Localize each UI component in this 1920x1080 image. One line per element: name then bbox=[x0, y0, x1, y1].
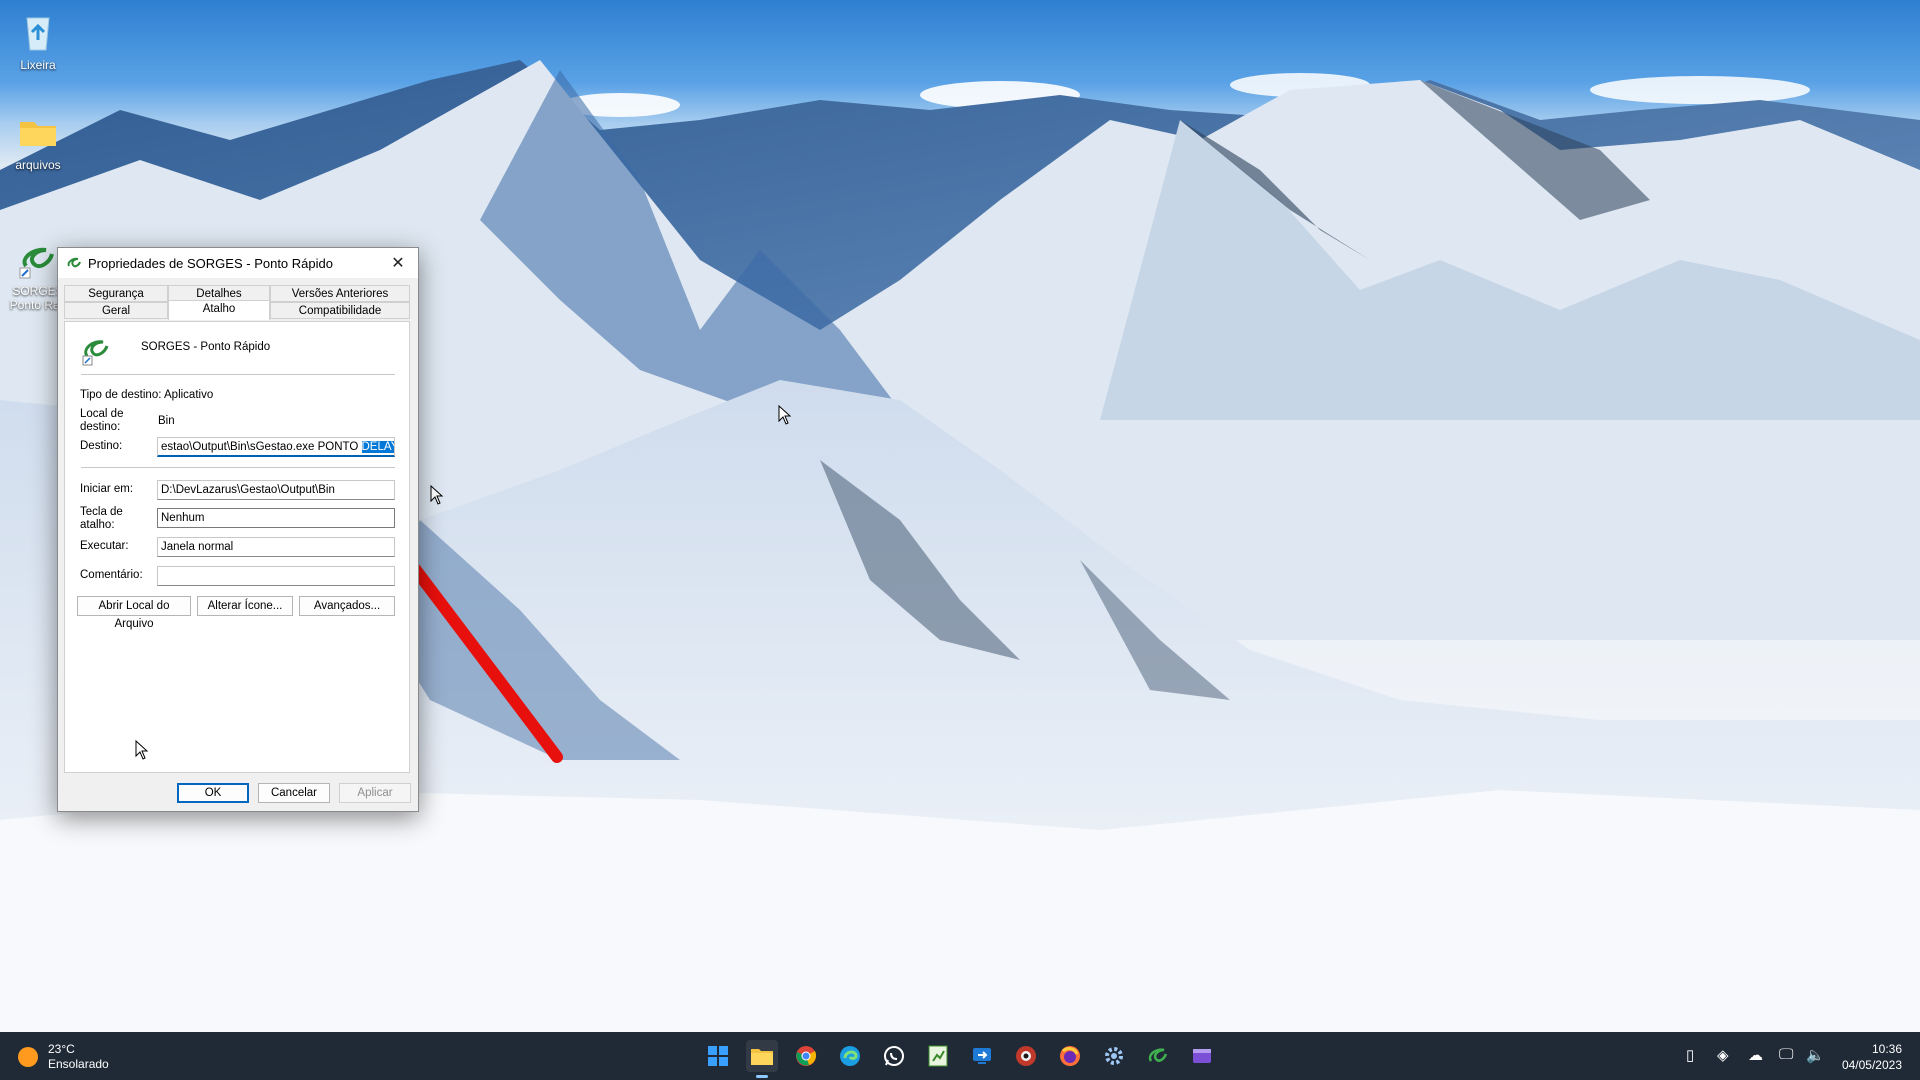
settings-icon bbox=[1105, 1047, 1123, 1065]
taskbar: 23°C Ensolarado ▯ ◈ ☁ 🖵 🔈 10:36 04/05/20… bbox=[0, 1032, 1920, 1080]
separator bbox=[81, 467, 395, 468]
file-explorer-icon bbox=[751, 1049, 773, 1065]
app-icon bbox=[1016, 1046, 1036, 1066]
desktop-icon-arquivos[interactable]: arquivos bbox=[0, 110, 76, 172]
edge-icon bbox=[840, 1046, 860, 1066]
destino-input[interactable]: estao\Output\Bin\sGestao.exe PONTO DELAY… bbox=[157, 437, 395, 457]
close-button[interactable]: ✕ bbox=[378, 248, 418, 278]
sorges-icon bbox=[1148, 1048, 1168, 1062]
volume-icon[interactable]: 🔈 bbox=[1806, 1046, 1825, 1064]
app-name: SORGES - Ponto Rápido bbox=[141, 341, 271, 353]
tab-atalho[interactable]: Atalho bbox=[168, 300, 270, 320]
whatsapp-icon bbox=[884, 1046, 904, 1066]
firefox-icon bbox=[1060, 1046, 1080, 1066]
tipo-destino-label: Tipo de destino: bbox=[80, 389, 162, 401]
mouse-cursor-icon bbox=[135, 740, 149, 760]
mouse-cursor-icon bbox=[430, 485, 444, 505]
clock-date: 04/05/2023 bbox=[1841, 1058, 1902, 1072]
taskbar-chrome[interactable] bbox=[790, 1040, 822, 1072]
taskbar-sorges[interactable] bbox=[1142, 1040, 1174, 1072]
taskbar-file-explorer[interactable] bbox=[746, 1040, 778, 1078]
tab-label: Geral bbox=[101, 305, 131, 317]
security-icon[interactable]: ◈ bbox=[1717, 1046, 1729, 1064]
destino-label: Destino: bbox=[80, 440, 123, 452]
recycle-bin-icon bbox=[16, 10, 60, 54]
cancel-button[interactable]: Cancelar bbox=[258, 783, 330, 803]
iniciar-em-input[interactable]: D:\DevLazarus\Gestao\Output\Bin bbox=[157, 480, 395, 500]
weather-temperature: 23°C bbox=[48, 1042, 75, 1056]
alterar-icone-button[interactable]: Alterar Ícone... bbox=[197, 596, 293, 616]
cloud-icon[interactable]: ☁ bbox=[1748, 1046, 1763, 1064]
close-icon: ✕ bbox=[391, 255, 405, 272]
sorges-shortcut-icon bbox=[82, 340, 109, 366]
desktop-icon-label: Lixeira bbox=[20, 58, 56, 72]
comentario-label: Comentário: bbox=[80, 569, 143, 581]
tab-label: Detalhes bbox=[196, 288, 242, 300]
properties-dialog: Propriedades de SORGES - Ponto Rápido ✕ … bbox=[57, 247, 419, 812]
mouse-cursor-icon bbox=[778, 405, 792, 425]
apply-button[interactable]: Aplicar bbox=[339, 783, 411, 803]
tab-label: Compatibilidade bbox=[298, 305, 382, 317]
taskbar-media[interactable] bbox=[1186, 1040, 1218, 1072]
tecla-atalho-label: Tecla de atalho: bbox=[80, 506, 123, 531]
sorges-app-icon bbox=[67, 257, 81, 268]
tab-geral[interactable]: Geral bbox=[64, 302, 168, 319]
start-icon bbox=[708, 1046, 728, 1066]
local-destino-value: Bin bbox=[158, 415, 175, 427]
media-icon bbox=[1193, 1049, 1211, 1063]
chrome-icon bbox=[796, 1046, 817, 1066]
executar-select[interactable]: Janela normal bbox=[157, 537, 395, 557]
desktop-icon-recycle-bin[interactable]: Lixeira bbox=[0, 10, 76, 72]
separator bbox=[81, 374, 395, 375]
tipo-destino-value: Aplicativo bbox=[164, 389, 214, 401]
tab-label: Versões Anteriores bbox=[291, 288, 389, 300]
taskbar-spreadsheet[interactable] bbox=[922, 1040, 954, 1072]
sorges-shortcut-icon bbox=[16, 222, 60, 279]
usb-icon[interactable]: ▯ bbox=[1686, 1046, 1694, 1064]
clock-time: 10:36 bbox=[1871, 1042, 1902, 1056]
tab-strip: Segurança Detalhes Versões Anteriores Ge… bbox=[64, 285, 410, 321]
remote-access-icon bbox=[973, 1048, 991, 1064]
dialog-titlebar[interactable]: Propriedades de SORGES - Ponto Rápido ✕ bbox=[58, 248, 418, 278]
spreadsheet-icon bbox=[928, 1045, 948, 1067]
start-button[interactable] bbox=[702, 1040, 734, 1072]
tab-label: Segurança bbox=[88, 288, 144, 300]
destino-selected-text: DELAY=1 bbox=[361, 441, 394, 453]
network-icon[interactable]: 🖵 bbox=[1779, 1046, 1793, 1063]
folder-icon bbox=[16, 110, 60, 154]
taskbar-app[interactable] bbox=[1010, 1040, 1042, 1072]
tab-seguranca[interactable]: Segurança bbox=[64, 285, 168, 302]
taskbar-firefox[interactable] bbox=[1054, 1040, 1086, 1072]
executar-label: Executar: bbox=[80, 540, 129, 552]
tab-compatibilidade[interactable]: Compatibilidade bbox=[270, 302, 410, 319]
desktop-icon-label: arquivos bbox=[15, 158, 61, 172]
weather-widget[interactable]: 23°C Ensolarado bbox=[18, 1042, 109, 1072]
iniciar-em-label: Iniciar em: bbox=[80, 483, 134, 495]
taskbar-edge[interactable] bbox=[834, 1040, 866, 1072]
ok-button[interactable]: OK bbox=[177, 783, 249, 803]
tab-versoes-anteriores[interactable]: Versões Anteriores bbox=[270, 285, 410, 302]
active-indicator bbox=[756, 1075, 768, 1078]
taskbar-settings[interactable] bbox=[1098, 1040, 1130, 1072]
shortcut-tab-panel: SORGES - Ponto Rápido Tipo de destino: A… bbox=[64, 321, 410, 773]
sun-icon bbox=[18, 1047, 38, 1067]
abrir-local-button[interactable]: Abrir Local do Arquivo bbox=[77, 596, 191, 630]
weather-description: Ensolarado bbox=[48, 1057, 109, 1071]
tecla-atalho-input[interactable]: Nenhum bbox=[157, 508, 395, 528]
dialog-title: Propriedades de SORGES - Ponto Rápido bbox=[88, 255, 333, 271]
comentario-input[interactable] bbox=[157, 566, 395, 586]
avancados-button[interactable]: Avançados... bbox=[299, 596, 395, 616]
system-clock[interactable]: 10:36 04/05/2023 bbox=[1842, 1041, 1902, 1073]
tab-label: Atalho bbox=[202, 303, 236, 315]
local-destino-label: Local de destino: bbox=[80, 408, 124, 433]
taskbar-remote-access[interactable] bbox=[966, 1040, 998, 1072]
destino-text: estao\Output\Bin\sGestao.exe PONTO bbox=[161, 441, 362, 453]
taskbar-whatsapp[interactable] bbox=[878, 1040, 910, 1072]
